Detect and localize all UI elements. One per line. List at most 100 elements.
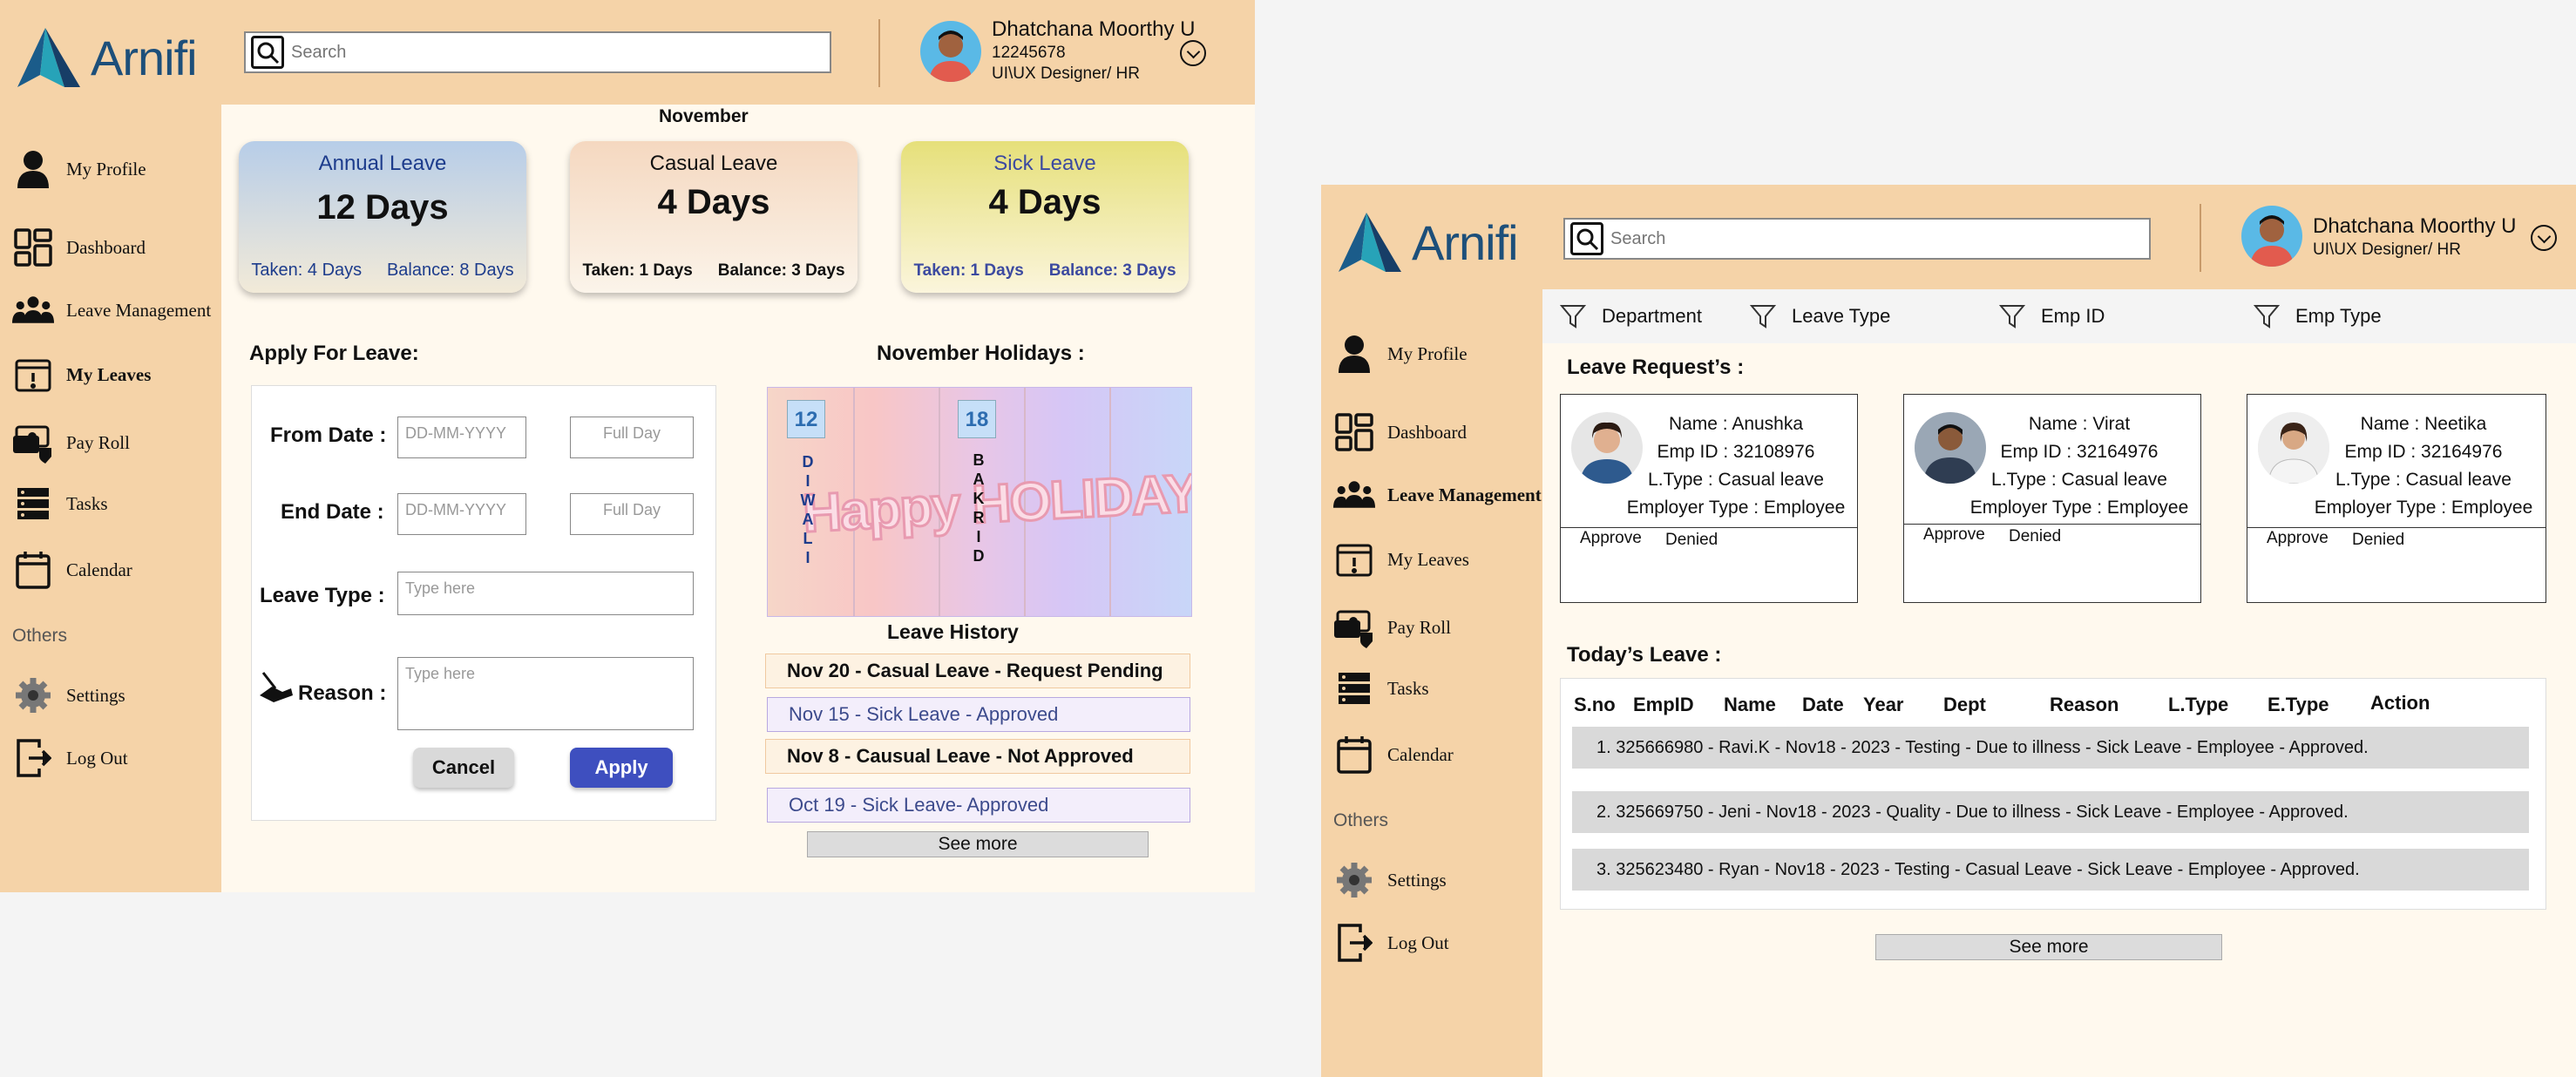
leave-request-card: Name : Neetika Emp ID : 32164976 L.Type … <box>2247 394 2546 603</box>
filter-label: Emp ID <box>2041 305 2105 327</box>
sidebar-item-label: My Leaves <box>1387 548 1469 570</box>
sidebar-item-tasks[interactable]: Tasks <box>1321 667 1542 709</box>
avatar[interactable] <box>920 21 981 82</box>
request-employer-type: Employer Type : Employee <box>1969 498 2189 518</box>
avatar[interactable] <box>2241 206 2302 267</box>
filter-department[interactable]: Department <box>1560 303 1702 329</box>
approve-button[interactable]: Approve <box>1580 529 1642 548</box>
sidebar-item-settings[interactable]: Settings <box>1321 859 1542 901</box>
filter-emp-id[interactable]: Emp ID <box>1999 303 2105 329</box>
sidebar-item-label: Calendar <box>66 559 132 580</box>
end-date-input[interactable]: DD-MM-YYYY <box>397 493 526 535</box>
search-input[interactable] <box>291 42 758 63</box>
deny-button[interactable]: Denied <box>2352 531 2404 550</box>
sidebar-item-settings[interactable]: Settings <box>0 674 221 716</box>
cancel-button[interactable]: Cancel <box>413 748 514 788</box>
search-bar[interactable] <box>244 31 831 73</box>
divider <box>878 19 880 87</box>
user-icon <box>12 148 54 190</box>
chevron-down-icon[interactable] <box>1180 40 1206 66</box>
apply-title: Apply For Leave: <box>249 342 419 365</box>
reason-textarea[interactable]: Type here <box>397 657 694 730</box>
payroll-icon <box>12 422 54 464</box>
sidebar-item-leave-management[interactable]: Leave Management <box>1321 474 1542 516</box>
approve-button[interactable]: Approve <box>2267 529 2329 548</box>
from-date-label: From Date : <box>270 423 387 447</box>
table-row[interactable]: 2. 325669750 - Jeni - Nov18 - 2023 - Qua… <box>1572 791 2529 833</box>
table-header: Dept <box>1943 694 1986 715</box>
holiday-name: B A K R I D <box>973 451 985 565</box>
history-item[interactable]: Oct 19 - Sick Leave- Approved <box>767 788 1190 823</box>
sidebar-item-label: Dashboard <box>66 236 146 258</box>
search-bar[interactable] <box>1563 218 2151 260</box>
sidebar-item-my-profile[interactable]: My Profile <box>1321 333 1542 375</box>
table-header: Name <box>1724 694 1776 715</box>
casual-leave-card: Casual Leave 4 Days Taken: 1 Days Balance… <box>570 141 858 293</box>
search-input[interactable] <box>1610 228 2078 249</box>
deny-button[interactable]: Denied <box>1665 531 1718 550</box>
profile-role: UI\UX Designer/ HR <box>992 64 1140 83</box>
filter-leave-type[interactable]: Leave Type <box>1750 303 1890 329</box>
sidebar-item-dashboard[interactable]: Dashboard <box>1321 411 1542 453</box>
sidebar-item-pay-roll[interactable]: Pay Roll <box>1321 606 1542 648</box>
sidebar-item-my-leaves[interactable]: My Leaves <box>0 354 221 396</box>
from-date-input[interactable]: DD-MM-YYYY <box>397 417 526 458</box>
filter-emp-type[interactable]: Emp Type <box>2254 303 2382 329</box>
profile-name: Dhatchana Moorthy U <box>2313 214 2517 238</box>
sidebar-item-tasks[interactable]: Tasks <box>0 483 221 525</box>
card-balance: Balance: 3 Days <box>717 261 845 280</box>
sidebar-item-calendar[interactable]: Calendar <box>0 549 221 591</box>
sidebar: Arnifi My Profile Dashboard Leave Manage… <box>0 0 221 892</box>
sidebar-item-label: My Profile <box>1387 342 1468 364</box>
deny-button[interactable]: Denied <box>2009 527 2061 546</box>
logo-mark-icon <box>1339 213 1401 272</box>
requests-title: Leave Request’s : <box>1567 356 1745 379</box>
sidebar-item-log-out[interactable]: Log Out <box>1321 922 1542 964</box>
approve-button[interactable]: Approve <box>1923 525 1985 545</box>
tasks-icon <box>1333 667 1375 709</box>
leave-request-card: Name : Anushka Emp ID : 32108976 L.Type … <box>1560 394 1858 603</box>
logout-icon <box>12 737 54 779</box>
sidebar-item-pay-roll[interactable]: Pay Roll <box>0 422 221 464</box>
sidebar-item-calendar[interactable]: Calendar <box>1321 734 1542 776</box>
leave-type-input[interactable]: Type here <box>397 572 694 615</box>
calendar-alert-icon <box>12 354 54 396</box>
logo[interactable]: Arnifi <box>14 26 198 89</box>
see-more-button[interactable]: See more <box>807 831 1149 857</box>
history-item[interactable]: Nov 15 - Sick Leave - Approved <box>767 697 1190 732</box>
sidebar-item-my-leaves[interactable]: My Leaves <box>1321 538 1542 580</box>
sidebar-item-my-profile[interactable]: My Profile <box>0 148 221 190</box>
tasks-icon <box>12 483 54 525</box>
logout-icon <box>1333 922 1375 964</box>
history-item[interactable]: Nov 20 - Casual Leave - Request Pending <box>765 654 1190 688</box>
sidebar-item-label: Log Out <box>66 747 128 769</box>
annual-leave-card: Annual Leave 12 Days Taken: 4 Days Balanc… <box>239 141 526 293</box>
sidebar-item-leave-management[interactable]: Leave Management <box>0 289 221 331</box>
calendar-icon <box>1333 734 1375 776</box>
card-title: Sick Leave <box>993 152 1096 175</box>
end-day-select[interactable]: Full Day <box>570 493 694 535</box>
profile-id: 12245678 <box>992 44 1066 62</box>
sidebar-item-label: Pay Roll <box>1387 616 1451 638</box>
sidebar-item-log-out[interactable]: Log Out <box>0 737 221 779</box>
history-item[interactable]: Nov 8 - Causual Leave - Not Approved <box>765 739 1190 774</box>
request-leave-type: L.Type : Casual leave <box>1648 470 1824 490</box>
sidebar-item-label: Leave Management <box>66 299 212 321</box>
from-day-select[interactable]: Full Day <box>570 417 694 458</box>
sidebar-item-dashboard[interactable]: Dashboard <box>0 227 221 268</box>
logo[interactable]: Arnifi <box>1335 211 1519 274</box>
card-title: Annual Leave <box>318 152 447 175</box>
see-more-button[interactable]: See more <box>1875 934 2222 960</box>
table-row[interactable]: 3. 325623480 - Ryan - Nov18 - 2023 - Tes… <box>1572 849 2529 891</box>
chevron-down-icon[interactable] <box>2531 225 2557 251</box>
sidebar-item-label: Pay Roll <box>66 431 130 453</box>
apply-button[interactable]: Apply <box>570 748 673 788</box>
card-balance: Balance: 8 Days <box>386 261 514 280</box>
filter-label: Department <box>1602 305 1702 327</box>
table-row[interactable]: 1. 325666980 - Ravi.K - Nov18 - 2023 - T… <box>1572 727 2529 769</box>
search-icon <box>1570 222 1603 255</box>
card-taken: Taken: 4 Days <box>251 261 363 280</box>
brand-name: Arnifi <box>1412 214 1519 270</box>
user-icon <box>1333 333 1375 375</box>
happy-holidays-art: Happy HOLIDAYS! <box>800 459 1192 545</box>
